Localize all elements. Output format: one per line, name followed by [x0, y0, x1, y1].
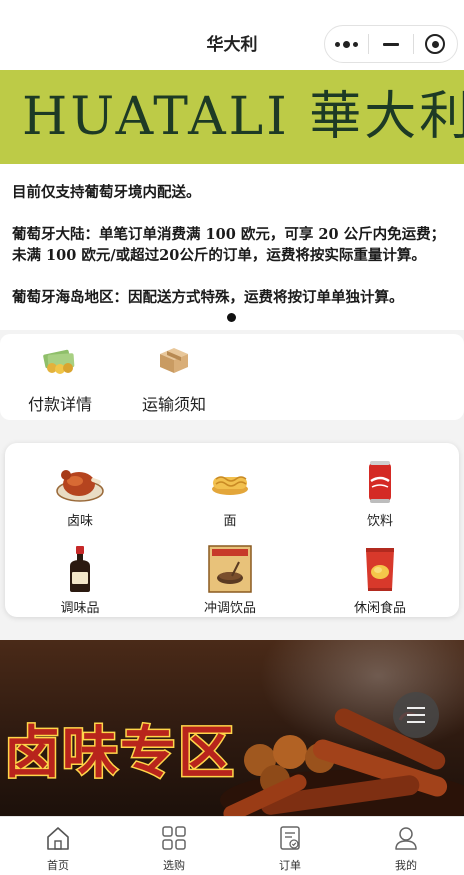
tab-profile[interactable]: 我的 — [348, 817, 464, 875]
more-dots-icon — [335, 40, 359, 48]
shipping-info-button[interactable]: 运输须知 — [114, 334, 234, 420]
brand-banner[interactable]: HUATALI 華大利 — [0, 70, 464, 164]
category-snacks[interactable]: 休闲食品 — [310, 532, 450, 616]
tab-shop[interactable]: 选购 — [116, 817, 232, 875]
info-row: 付款详情 运输须知 — [0, 334, 464, 420]
notice-line: 目前仅支持葡萄牙境内配送。 — [12, 184, 201, 201]
tab-label: 我的 — [395, 859, 417, 872]
menu-line — [407, 714, 425, 716]
category-label: 休闲食品 — [353, 601, 406, 616]
tab-label: 选购 — [163, 859, 185, 872]
carousel-indicator — [227, 313, 236, 322]
category-label: 面 — [223, 514, 237, 529]
tab-label: 订单 — [279, 859, 301, 872]
notice-line: 葡萄牙大陆：单笔订单消费满 100 欧元，可享 20 公斤内免运费；未满 100… — [12, 226, 446, 264]
user-icon — [395, 827, 417, 850]
promo-title: 卤味专区 — [3, 720, 236, 788]
soy-sauce-icon — [70, 546, 90, 592]
minimize-button[interactable] — [369, 26, 412, 62]
menu-line — [407, 721, 425, 723]
target-icon — [425, 34, 446, 54]
promo-banner[interactable]: 卤味专区 — [0, 640, 464, 816]
close-miniprogram-button[interactable] — [414, 26, 457, 62]
capsule-menu — [324, 25, 458, 63]
tab-orders[interactable]: 订单 — [232, 817, 348, 875]
tab-label: 首页 — [47, 859, 69, 872]
shipping-notice: 目前仅支持葡萄牙境内配送。 葡萄牙大陆：单笔订单消费满 100 欧元，可享 20… — [0, 164, 464, 330]
category-drinks[interactable]: 饮料 — [310, 445, 450, 529]
package-icon — [160, 348, 188, 373]
chips-bag-icon — [366, 548, 394, 591]
minimize-icon — [382, 42, 399, 46]
category-label: 卤味 — [66, 514, 93, 529]
menu-line — [407, 707, 425, 709]
roast-duck-icon — [56, 470, 104, 502]
category-label: 调味品 — [60, 601, 100, 616]
tab-home[interactable]: 首页 — [0, 817, 116, 875]
sesame-paste-icon — [208, 545, 252, 593]
nav-bar: 华大利 — [0, 0, 464, 70]
money-icon — [43, 349, 75, 374]
brand-logo-text: HUATALI 華大利 — [22, 87, 464, 147]
shipping-info-label: 运输须知 — [141, 395, 206, 414]
grid-icon — [162, 826, 186, 850]
notice-line: 葡萄牙海岛地区：因配送方式特殊，运费将按订单单独计算。 — [12, 289, 404, 306]
cola-can-icon — [369, 461, 391, 503]
category-instant-drinks[interactable]: 冲调饮品 — [160, 532, 300, 616]
order-icon — [280, 826, 300, 850]
category-condiments[interactable]: 调味品 — [10, 532, 150, 616]
more-button[interactable] — [325, 26, 368, 62]
payment-details-button[interactable]: 付款详情 — [0, 334, 120, 420]
category-label: 饮料 — [366, 514, 393, 529]
category-panel: 卤味 面 饮料 调味品 冲调饮品 休闲食品 — [5, 443, 459, 617]
noodles-icon — [212, 476, 248, 495]
floating-menu-button[interactable] — [393, 692, 439, 738]
home-icon — [47, 827, 69, 850]
payment-details-label: 付款详情 — [27, 395, 92, 414]
category-label: 冲调饮品 — [203, 601, 256, 616]
category-braised[interactable]: 卤味 — [10, 445, 150, 529]
tab-bar: 首页 选购 订单 我的 — [0, 816, 464, 875]
category-noodles[interactable]: 面 — [160, 445, 300, 529]
